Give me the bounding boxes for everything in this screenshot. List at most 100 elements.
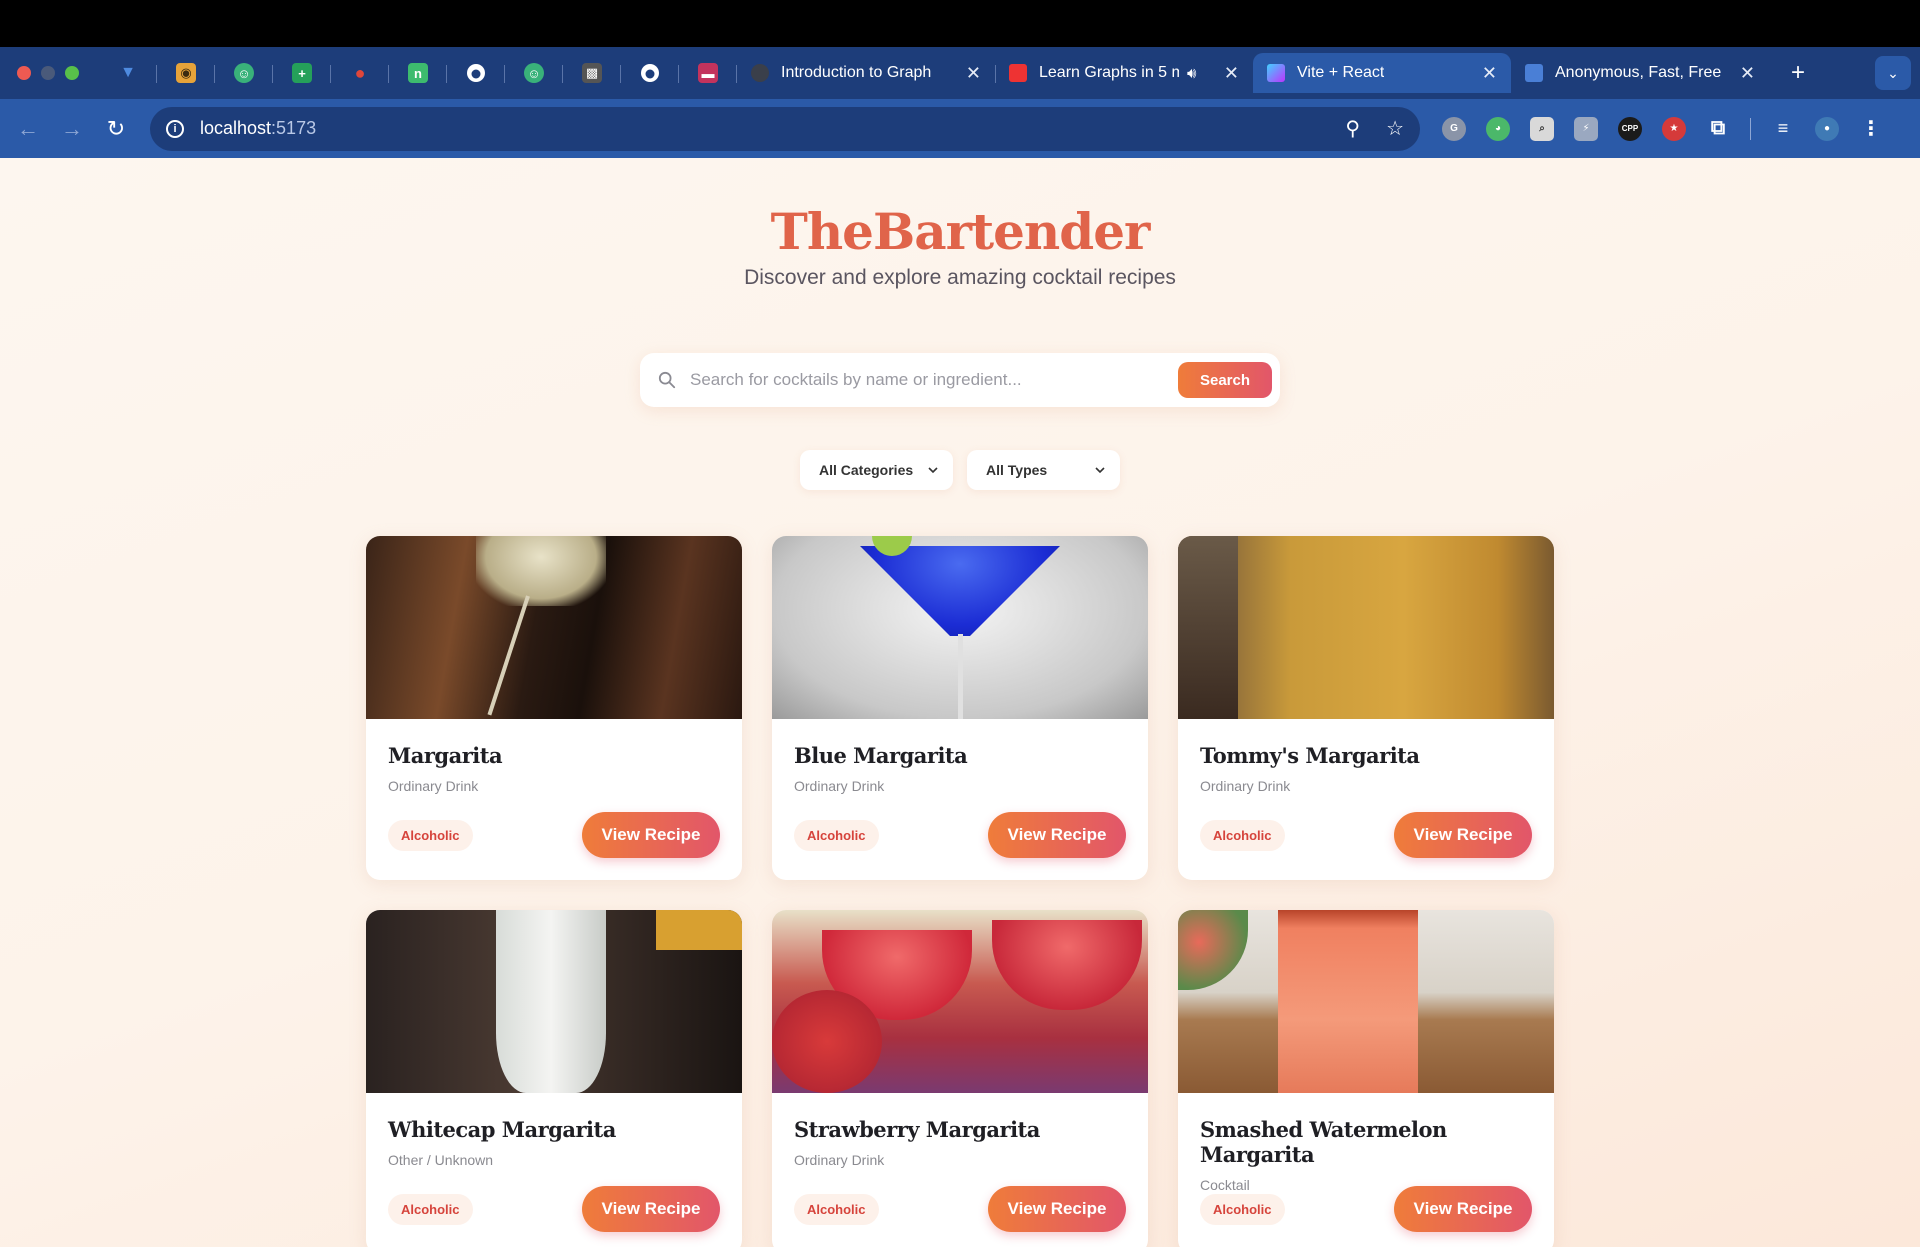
pinned-tab[interactable]: n [389, 53, 447, 93]
page-title: TheBartender [770, 202, 1151, 261]
pinned-tab[interactable]: ☺ [215, 53, 273, 93]
cocktail-category: Ordinary Drink [1200, 778, 1291, 794]
cocktail-image [1178, 910, 1554, 1093]
grammarly-icon[interactable]: G [1442, 116, 1466, 141]
chevron-down-icon [1095, 467, 1105, 474]
cocktail-name: Margarita [388, 743, 503, 768]
tab-title: Learn Graphs in 5 m [1039, 64, 1179, 81]
media-queue-icon[interactable]: ≡ [1771, 117, 1795, 141]
pinned-tab[interactable]: ▬ [679, 53, 737, 93]
close-icon[interactable]: ✕ [1740, 63, 1755, 84]
pinned-tab[interactable]: ▼ [99, 53, 157, 93]
cocktail-image [772, 910, 1148, 1093]
profile-avatar[interactable]: ● [1815, 116, 1839, 141]
gif-icon [1525, 64, 1543, 82]
sheets-icon: + [292, 63, 312, 83]
back-arrow-icon[interactable]: ← [6, 116, 50, 142]
category-select-value: All Categories [819, 462, 914, 478]
view-recipe-button[interactable]: View Recipe [582, 812, 720, 858]
close-icon[interactable]: ✕ [1482, 63, 1497, 84]
category-select[interactable]: All Categories [800, 450, 953, 490]
window-controls [17, 66, 79, 80]
type-select-value: All Types [986, 462, 1048, 478]
menu-kebab-icon[interactable]: ⋮ [1859, 117, 1883, 141]
bookmark-star-icon[interactable]: ☆ [1386, 116, 1404, 141]
android-ext-icon[interactable]: ◕ [1486, 116, 1510, 141]
view-recipe-button[interactable]: View Recipe [582, 1186, 720, 1232]
tab-title: Anonymous, Fast, Free [1555, 64, 1722, 81]
extensions-puzzle-icon[interactable]: ⧉ [1706, 117, 1730, 141]
view-recipe-button[interactable]: View Recipe [1394, 812, 1532, 858]
cocktail-card[interactable]: Strawberry Margarita Ordinary Drink Alco… [772, 910, 1148, 1247]
minimize-window-button[interactable] [41, 66, 55, 80]
triangle-icon: ▼ [120, 64, 136, 81]
cocktail-card[interactable]: Blue Margarita Ordinary Drink Alcoholic … [772, 536, 1148, 880]
pixel-icon: ▩ [582, 63, 602, 83]
search-ext-icon[interactable]: ⌕ [1530, 116, 1554, 141]
bolt-ext-icon[interactable]: ⚡ [1574, 116, 1598, 141]
browser-toolbar: ← → ↻ i localhost:5173 ⚲ ☆ G ◕ ⌕ ⚡ CPP ★… [0, 99, 1920, 158]
cocktail-card[interactable]: Smashed Watermelon Margarita Cocktail Al… [1178, 910, 1554, 1247]
cocktail-name: Tommy's Margarita [1200, 743, 1420, 768]
pinned-tab[interactable] [447, 53, 505, 93]
alcoholic-badge: Alcoholic [1200, 1193, 1285, 1225]
cocktail-name: Strawberry Margarita [794, 1117, 1040, 1142]
cocktail-category: Ordinary Drink [794, 778, 885, 794]
reload-icon[interactable]: ↻ [94, 116, 138, 142]
maximize-window-button[interactable] [65, 66, 79, 80]
cocktail-name: Whitecap Margarita [388, 1117, 616, 1142]
tab-search-chevron-icon[interactable]: ⌄ [1875, 56, 1911, 90]
screen-top-bar [0, 0, 1920, 47]
web-page: TheBartender Discover and explore amazin… [0, 158, 1920, 1247]
view-recipe-button[interactable]: View Recipe [988, 1186, 1126, 1232]
cocktail-card[interactable]: Margarita Ordinary Drink Alcoholic View … [366, 536, 742, 880]
cpp-ext-icon[interactable]: CPP [1618, 116, 1642, 141]
cocktail-image [366, 910, 742, 1093]
search-button[interactable]: Search [1178, 362, 1272, 398]
tomato-icon: ● [354, 62, 366, 83]
search-input[interactable] [690, 370, 1178, 390]
tab-learn-graphs[interactable]: Learn Graphs in 5 m 🔊︎ ✕ [995, 53, 1253, 93]
address-bar[interactable]: i localhost:5173 ⚲ ☆ [150, 106, 1420, 151]
alcoholic-badge: Alcoholic [1200, 819, 1285, 851]
github-icon [467, 64, 485, 82]
tab-title: Introduction to Graph [781, 64, 932, 81]
pinned-tab[interactable]: + [273, 53, 331, 93]
cocktail-image [772, 536, 1148, 719]
extensions-bar: G ◕ ⌕ ⚡ CPP ★ ⧉ ≡ ● ⋮ [1442, 116, 1883, 141]
pinned-tab[interactable] [621, 53, 679, 93]
cocktail-card[interactable]: Whitecap Margarita Other / Unknown Alcoh… [366, 910, 742, 1247]
cocktail-category: Other / Unknown [388, 1152, 494, 1168]
search-box: Search [640, 353, 1280, 407]
tab-anonymous[interactable]: Anonymous, Fast, Free ✕ [1511, 53, 1769, 93]
tab-title: Vite + React [1297, 64, 1385, 81]
close-icon[interactable]: ✕ [966, 63, 981, 84]
cocktail-category: Ordinary Drink [794, 1152, 885, 1168]
filters-row: All Categories All Types [800, 450, 1120, 490]
close-icon[interactable]: ✕ [1224, 63, 1239, 84]
cocktail-image [366, 536, 742, 719]
youtube-icon [1009, 64, 1027, 82]
new-tab-icon[interactable]: + [1791, 59, 1805, 87]
view-recipe-button[interactable]: View Recipe [1394, 1186, 1532, 1232]
close-window-button[interactable] [17, 66, 31, 80]
flag-ext-icon[interactable]: ★ [1662, 116, 1686, 141]
type-select[interactable]: All Types [967, 450, 1120, 490]
search-icon [658, 371, 676, 389]
tab-introduction-to-graph[interactable]: Introduction to Graph ✕ [737, 53, 995, 93]
speaker-icon[interactable]: 🔊︎ [1187, 65, 1196, 82]
site-info-icon[interactable]: i [166, 119, 184, 138]
cocktail-card[interactable]: Tommy's Margarita Ordinary Drink Alcohol… [1178, 536, 1554, 880]
pinned-tab[interactable]: ▩ [563, 53, 621, 93]
pinned-tab[interactable]: ☺ [505, 53, 563, 93]
alcoholic-badge: Alcoholic [388, 1193, 473, 1225]
tab-vite-react[interactable]: Vite + React ✕ [1253, 53, 1511, 93]
hex-icon: ◉ [176, 63, 196, 83]
pinned-tab[interactable]: ● [331, 53, 389, 93]
cocktail-name: Blue Margarita [794, 743, 968, 768]
forward-arrow-icon[interactable]: → [50, 116, 94, 142]
alcoholic-badge: Alcoholic [794, 819, 879, 851]
view-recipe-button[interactable]: View Recipe [988, 812, 1126, 858]
pinned-tab[interactable]: ◉ [157, 53, 215, 93]
zoom-icon[interactable]: ⚲ [1345, 116, 1360, 141]
